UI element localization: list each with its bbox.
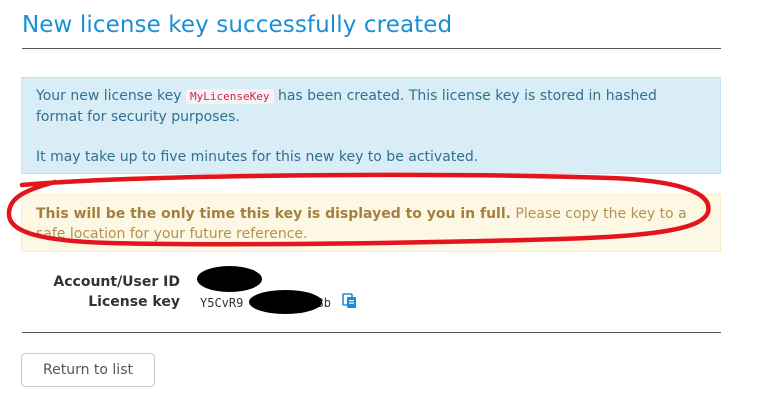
- page: New license key successfully created You…: [0, 0, 765, 413]
- return-to-list-button[interactable]: Return to list: [21, 353, 155, 387]
- info-message: Your new license key MyLicenseKey has be…: [36, 86, 706, 127]
- account-label: Account/User ID: [53, 274, 180, 290]
- license-key-redaction: [249, 290, 322, 314]
- activation-note: It may take up to five minutes for this …: [36, 149, 479, 165]
- warning-bold-text: This will be the only time this key is d…: [36, 206, 511, 222]
- title-divider: [22, 48, 721, 49]
- account-id-redaction: [197, 266, 262, 292]
- info-alert: Your new license key MyLicenseKey has be…: [21, 77, 721, 174]
- bottom-divider: [22, 332, 721, 333]
- account-row: Account/User ID: [0, 272, 600, 292]
- license-key-start: Y5CvR9: [200, 296, 244, 310]
- license-key-name: MyLicenseKey: [186, 89, 274, 104]
- license-label: License key: [88, 294, 180, 310]
- copy-icon[interactable]: [342, 293, 358, 309]
- warning-alert: This will be the only time this key is d…: [21, 194, 721, 252]
- page-title: New license key successfully created: [22, 12, 453, 38]
- info-text-before-key: Your new license key: [36, 88, 187, 104]
